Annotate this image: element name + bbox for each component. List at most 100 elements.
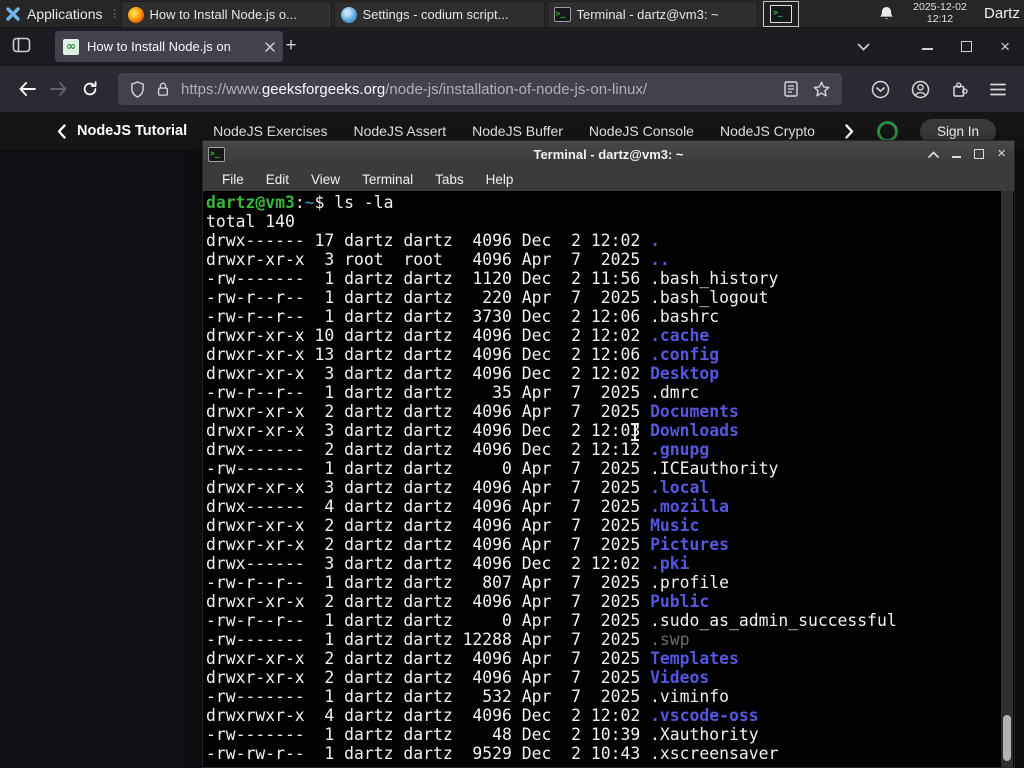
terminal-maximize-button[interactable] — [974, 149, 985, 159]
taskbar-window-button[interactable]: Terminal - dartz@vm3: ~ — [546, 1, 758, 28]
back-button[interactable] — [12, 74, 43, 105]
desktop: Applications How to Install Node.js o...… — [0, 0, 1024, 768]
terminal-output[interactable]: dartz@vm3:~$ ls -la total 140 drwx------ 1… — [204, 191, 1001, 767]
account-icon[interactable] — [911, 80, 930, 99]
nav-link[interactable]: NodeJS Crypto — [720, 123, 815, 139]
directory-name: Desktop — [650, 364, 720, 383]
pocket-icon[interactable] — [871, 80, 890, 99]
tray-terminal-icon[interactable] — [763, 1, 799, 27]
directory-name: .local — [650, 478, 710, 497]
nav-link[interactable]: NodeJS Assert — [354, 123, 447, 139]
applications-menu[interactable]: Applications — [0, 0, 109, 27]
new-tab-button[interactable] — [280, 36, 302, 58]
directory-name: Templates — [650, 649, 739, 668]
browser-toolbar: https://www.geeksforgeeks.org/node-js/in… — [0, 66, 1024, 112]
terminal-text: drwx------ 2 dartz dartz 4096 Dec 2 12:1… — [206, 440, 651, 459]
terminal-line: -rw-r--r-- 1 dartz dartz 807 Apr 7 2025 … — [206, 573, 1001, 592]
terminal-text: -rw-r--r-- 1 dartz dartz 35 Apr 7 2025 .… — [206, 383, 700, 402]
terminal-line: -rw-r--r-- 1 dartz dartz 35 Apr 7 2025 .… — [206, 383, 1001, 402]
firefox-icon — [127, 6, 144, 23]
lock-icon[interactable] — [156, 81, 170, 97]
nav-prev-chevron-icon[interactable] — [57, 123, 66, 139]
forward-arrow-icon — [50, 82, 67, 96]
bookmark-star-icon[interactable] — [813, 81, 830, 97]
url-bar[interactable]: https://www.geeksforgeeks.org/node-js/in… — [118, 73, 842, 105]
terminal-menu-edit[interactable]: Edit — [255, 172, 300, 187]
terminal-text: total 140 — [206, 212, 295, 231]
browser-tab[interactable]: How to Install Node.js on — [55, 31, 283, 62]
nav-next-chevron-icon[interactable] — [844, 123, 855, 139]
directory-name: .cache — [650, 326, 710, 345]
nav-link[interactable]: NodeJS Console — [589, 123, 694, 139]
terminal-text: drwxr-xr-x 3 dartz dartz 4096 Apr 7 2025 — [206, 478, 651, 497]
nav-link[interactable]: NodeJS DNS — [841, 123, 842, 139]
terminal-menu-tabs[interactable]: Tabs — [424, 172, 475, 187]
reader-view-icon[interactable] — [784, 81, 798, 97]
directory-name: .vscode-oss — [650, 706, 759, 725]
terminal-line: drwxr-xr-x 3 dartz dartz 4096 Apr 7 2025… — [206, 478, 1001, 497]
terminal-menu-help[interactable]: Help — [475, 172, 525, 187]
user-menu[interactable]: Dartz — [984, 5, 1020, 22]
terminal-line: drwxr-xr-x 2 dartz dartz 4096 Apr 7 2025… — [206, 668, 1001, 687]
tracking-shield-icon[interactable] — [130, 80, 145, 98]
terminal-menu-terminal[interactable]: Terminal — [351, 172, 424, 187]
nav-back-group[interactable]: NodeJS Tutorial — [57, 123, 187, 139]
scrollbar-thumb[interactable] — [1003, 715, 1011, 761]
terminal-line: -rw-r--r-- 1 dartz dartz 3730 Dec 2 12:0… — [206, 307, 1001, 326]
menu-hamburger-icon[interactable] — [990, 83, 1006, 96]
terminal-line: -rw-rw-r-- 1 dartz dartz 9529 Dec 2 10:4… — [206, 744, 1001, 763]
terminal-menu-view[interactable]: View — [300, 172, 351, 187]
window-maximize-button[interactable] — [961, 41, 973, 52]
directory-name: .config — [650, 345, 720, 364]
nav-link[interactable]: NodeJS Buffer — [472, 123, 563, 139]
geeksforgeeks-favicon-icon — [63, 38, 79, 55]
terminal-text: -rw------- 1 dartz dartz 1120 Dec 2 11:5… — [206, 269, 779, 288]
terminal-scrollbar[interactable] — [1001, 191, 1013, 767]
forward-button[interactable] — [43, 74, 74, 105]
terminal-text: drwxr-xr-x 2 dartz dartz 4096 Apr 7 2025 — [206, 402, 651, 421]
terminal-text: -rw------- 1 dartz dartz 532 Apr 7 2025 … — [206, 687, 730, 706]
directory-name: .mozilla — [650, 497, 730, 516]
terminal-text: drwx------ 3 dartz dartz 4096 Dec 2 12:0… — [206, 554, 651, 573]
terminal-text: -rw------- 1 dartz dartz 0 Apr 7 2025 .I… — [206, 459, 779, 478]
url-path: /node-js/installation-of-node-js-on-linu… — [385, 80, 648, 98]
terminal-line: drwx------ 3 dartz dartz 4096 Dec 2 12:0… — [206, 554, 1001, 573]
terminal-close-button[interactable] — [997, 147, 1006, 161]
terminal-line: drwxr-xr-x 13 dartz dartz 4096 Dec 2 12:… — [206, 345, 1001, 364]
taskbar-window-button[interactable]: How to Install Node.js o... — [120, 1, 332, 28]
terminal-shade-button[interactable] — [928, 150, 940, 158]
window-minimize-button[interactable] — [922, 41, 934, 52]
terminal-text: drwx------ 17 dartz dartz 4096 Dec 2 12:… — [206, 231, 651, 250]
reload-button[interactable] — [74, 74, 105, 105]
list-all-tabs-chevron-icon[interactable] — [857, 43, 870, 51]
notification-bell-icon[interactable] — [878, 5, 895, 22]
tab-title: How to Install Node.js on — [87, 39, 231, 54]
terminal-titlebar[interactable]: Terminal - dartz@vm3: ~ — [203, 141, 1014, 167]
terminal-text: : — [294, 193, 305, 212]
terminal-window: Terminal - dartz@vm3: ~ FileEditViewTerm… — [202, 140, 1015, 768]
nav-link[interactable]: NodeJS Exercises — [213, 123, 327, 139]
clock-time: 12:12 — [926, 12, 954, 25]
search-icon[interactable] — [876, 120, 898, 142]
terminal-text: -rw------- 1 dartz dartz 12288 Apr 7 202… — [206, 630, 651, 649]
terminal-line: drwxr-xr-x 2 dartz dartz 4096 Apr 7 2025… — [206, 402, 1001, 421]
tab-close-icon[interactable] — [265, 41, 275, 52]
terminal-line: -rw-r--r-- 1 dartz dartz 220 Apr 7 2025 … — [206, 288, 1001, 307]
nav-link-tutorial[interactable]: NodeJS Tutorial — [77, 123, 187, 139]
clock[interactable]: 2025-12-02 12:12 — [901, 1, 979, 25]
directory-name: Documents — [650, 402, 739, 421]
panel-handle — [109, 0, 119, 27]
terminal-line: drwxr-xr-x 2 dartz dartz 4096 Apr 7 2025… — [206, 535, 1001, 554]
terminal-menu-file[interactable]: File — [211, 172, 255, 187]
taskbar-window-button[interactable]: Settings - codium script... — [333, 1, 545, 28]
extensions-icon[interactable] — [951, 80, 969, 98]
terminal-minimize-button[interactable] — [952, 150, 962, 159]
terminal-text: -rw-r--r-- 1 dartz dartz 3730 Dec 2 12:0… — [206, 307, 720, 326]
window-close-button[interactable] — [1000, 38, 1010, 55]
terminal-line: -rw------- 1 dartz dartz 48 Dec 2 10:39 … — [206, 725, 1001, 744]
ibeam-cursor — [630, 423, 640, 441]
firefox-view-icon[interactable] — [12, 37, 32, 54]
terminal-line: dartz@vm3:~$ ls -la — [206, 193, 1001, 212]
terminal-line: drwx------ 2 dartz dartz 4096 Dec 2 12:1… — [206, 440, 1001, 459]
terminal-line: drwxr-xr-x 10 dartz dartz 4096 Dec 2 12:… — [206, 326, 1001, 345]
